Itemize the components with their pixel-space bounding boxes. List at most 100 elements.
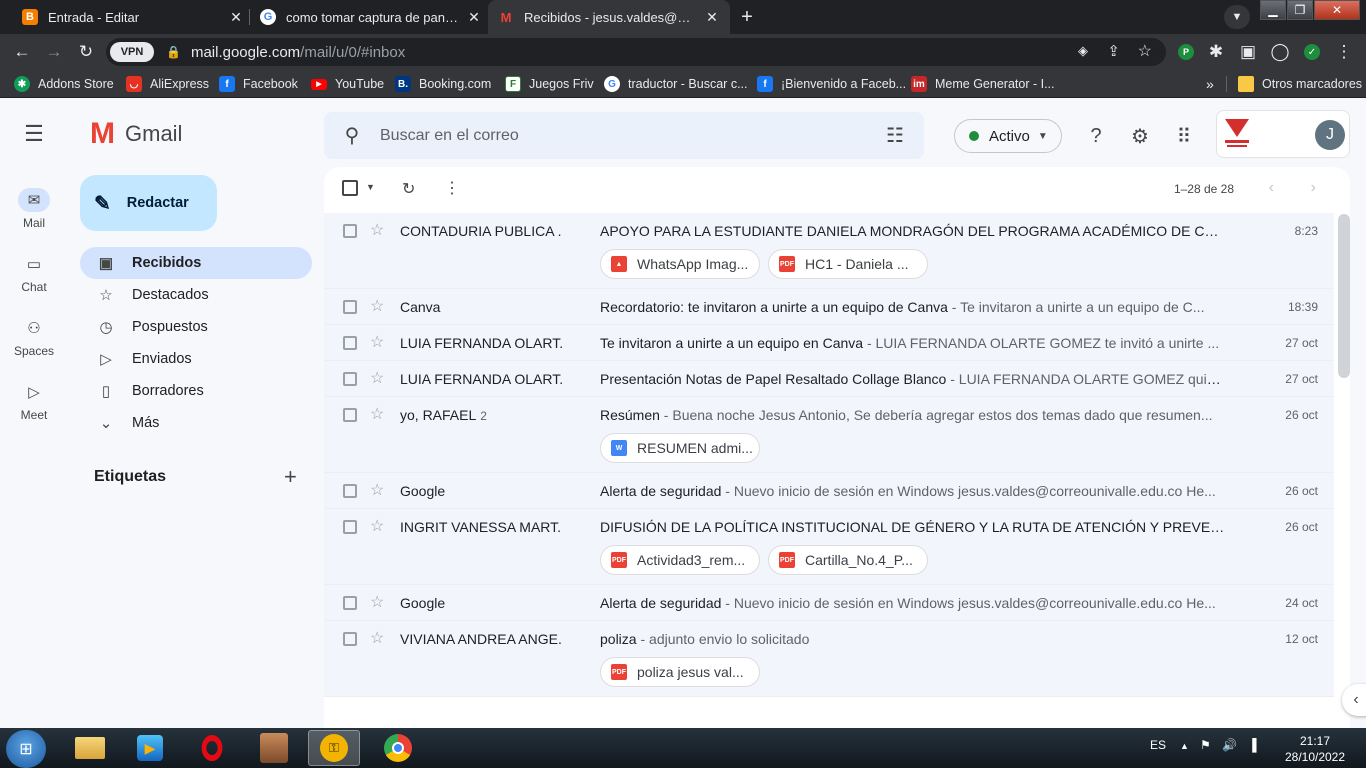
tab-search-chevron-icon[interactable]: ▼ <box>1224 5 1250 29</box>
attachment-chip[interactable]: PDF poliza jesus val... <box>600 657 760 687</box>
star-icon[interactable]: ☆ <box>370 592 384 612</box>
profile-icon[interactable]: ◯ <box>1264 34 1296 70</box>
reload-icon[interactable]: ↻ <box>70 34 102 70</box>
game-character-icon[interactable] <box>248 730 300 766</box>
add-label-icon[interactable]: + <box>284 464 297 490</box>
star-icon[interactable]: ☆ <box>370 296 384 316</box>
apps-grid-icon[interactable]: ⠿ <box>1168 120 1200 152</box>
row-checkbox[interactable] <box>343 484 357 498</box>
attachment-chip[interactable]: ▲ WhatsApp Imag... <box>600 249 760 279</box>
next-page-icon[interactable]: › <box>1311 179 1316 197</box>
avatar[interactable]: J <box>1315 120 1345 150</box>
nav-item-pospuestos[interactable]: ◷ Pospuestos <box>80 311 312 343</box>
menu-kebab-icon[interactable]: ⋮ <box>1328 34 1360 70</box>
settings-gear-icon[interactable]: ⚙ <box>1124 120 1156 152</box>
bookmark-juegos-friv[interactable]: F Juegos Friv <box>505 70 594 98</box>
row-checkbox[interactable] <box>343 408 357 422</box>
bookmark-facebook[interactable]: f Facebook <box>219 70 298 98</box>
nav-item-enviados[interactable]: ▷ Enviados <box>80 343 312 375</box>
previous-page-icon[interactable]: ‹ <box>1269 179 1274 197</box>
select-dropdown-icon[interactable]: ▼ <box>366 182 375 192</box>
list-scrollbar[interactable] <box>1338 214 1350 378</box>
tab-blogger[interactable]: B Entrada - Editar ✕ <box>12 0 254 34</box>
back-icon[interactable]: ← <box>6 34 38 70</box>
attachment-chip[interactable]: W RESUMEN admi... <box>600 433 760 463</box>
network-icon[interactable]: ▐ <box>1248 738 1257 752</box>
bookmark-youtube[interactable]: ▶ YouTube <box>311 70 384 98</box>
status-selector[interactable]: Activo ▼ <box>954 119 1062 153</box>
maximize-button[interactable]: ❐ <box>1287 0 1313 20</box>
rail-spaces[interactable]: ⚇ Spaces <box>12 316 56 358</box>
extensions-puzzle-icon[interactable]: ✱ <box>1200 34 1232 70</box>
star-icon[interactable]: ☆ <box>370 404 384 424</box>
search-input[interactable] <box>380 126 866 145</box>
bookmark-bienvenido-facebook[interactable]: f ¡Bienvenido a Faceb... <box>757 70 906 98</box>
side-panel-icon[interactable]: ▣ <box>1232 34 1264 70</box>
email-row[interactable]: ☆ yo, RAFAEL 2 Resúmen - Buena noche Jesus … <box>324 397 1334 473</box>
vpn-app-icon[interactable]: ⚿ <box>308 730 360 766</box>
extension-p-icon[interactable]: P <box>1170 34 1202 70</box>
row-checkbox[interactable] <box>343 596 357 610</box>
row-checkbox[interactable] <box>343 336 357 350</box>
bookmark-star-icon[interactable]: ☆ <box>1138 41 1152 61</box>
side-panel-toggle-icon[interactable]: ‹ <box>1342 684 1366 716</box>
system-clock[interactable]: 21:17 28/10/2022 <box>1270 733 1360 765</box>
row-checkbox[interactable] <box>343 632 357 646</box>
opera-icon[interactable] <box>186 730 238 766</box>
show-hidden-icons-icon[interactable]: ▲ <box>1180 741 1189 751</box>
email-row[interactable]: ☆ INGRIT VANESSA MART. DIFUSIÓN DE LA POLÍ… <box>324 509 1334 585</box>
forward-icon[interactable]: → <box>38 34 70 70</box>
bookmark-booking[interactable]: B. Booking.com <box>395 70 491 98</box>
file-explorer-icon[interactable] <box>64 730 116 766</box>
search-icon[interactable]: ⚲ <box>324 123 380 148</box>
email-row[interactable]: ☆ Google Alerta de seguridad - Nuevo inici… <box>324 473 1334 509</box>
compose-button[interactable]: ✎ Redactar <box>80 175 217 231</box>
star-icon[interactable]: ☆ <box>370 480 384 500</box>
close-icon[interactable]: ✕ <box>466 9 482 26</box>
gmail-logo[interactable]: M Gmail <box>90 119 182 149</box>
address-bar[interactable]: VPN 🔒 mail.google.com/mail/u/0/#inbox ◈ … <box>106 38 1166 66</box>
email-row[interactable]: ☆ VIVIANA ANDREA ANGE. poliza - adjunto en… <box>324 621 1334 697</box>
close-icon[interactable]: ✕ <box>704 9 720 26</box>
nav-item-borradores[interactable]: ▯ Borradores <box>80 375 312 407</box>
action-center-flag-icon[interactable]: ⚑ <box>1200 738 1211 752</box>
star-icon[interactable]: ☆ <box>370 628 384 648</box>
row-checkbox[interactable] <box>343 224 357 238</box>
rail-meet[interactable]: ▷ Meet <box>12 380 56 422</box>
help-icon[interactable]: ? <box>1080 120 1112 152</box>
lock-icon[interactable]: 🔒 <box>166 45 181 59</box>
email-row[interactable]: ☆ CONTADURIA PUBLICA . APOYO PARA LA ESTUD… <box>324 213 1334 289</box>
tab-gmail[interactable]: M Recibidos - jesus.valdes@correounivall… <box>488 0 730 34</box>
row-checkbox[interactable] <box>343 300 357 314</box>
language-indicator[interactable]: ES <box>1150 738 1166 752</box>
star-icon[interactable]: ☆ <box>370 332 384 352</box>
email-row[interactable]: ☆ Canva Recordatorio: te invitaron a unirt… <box>324 289 1334 325</box>
chrome-icon[interactable] <box>372 730 424 766</box>
nav-item-recibidos[interactable]: ▣ Recibidos <box>80 247 312 279</box>
star-icon[interactable]: ☆ <box>370 220 384 240</box>
row-checkbox[interactable] <box>343 372 357 386</box>
attachment-chip[interactable]: PDF Actividad3_rem... <box>600 545 760 575</box>
row-checkbox[interactable] <box>343 520 357 534</box>
account-area[interactable]: J <box>1216 110 1350 158</box>
bookmark-traductor[interactable]: Gtraductor - Buscar c... <box>604 70 747 98</box>
rail-mail[interactable]: ✉ Mail <box>12 188 56 230</box>
search-filters-icon[interactable]: ☷ <box>866 123 924 148</box>
bookmark-addons-store[interactable]: ✱ Addons Store <box>14 70 114 98</box>
media-player-icon[interactable]: ▶ <box>124 730 176 766</box>
nav-item-destacados[interactable]: ☆ Destacados <box>80 279 312 311</box>
bookmark-aliexpress[interactable]: ◡ AliExpress <box>126 70 209 98</box>
volume-icon[interactable]: 🔊 <box>1222 738 1237 752</box>
vpn-badge[interactable]: VPN <box>110 42 154 62</box>
tab-google-search[interactable]: G como tomar captura de pantalla ✕ <box>250 0 492 34</box>
attachment-chip[interactable]: PDF HC1 - Daniela ... <box>768 249 928 279</box>
email-row[interactable]: ☆ LUIA FERNANDA OLART. Presentación Notas … <box>324 361 1334 397</box>
share-icon[interactable]: ⇪ <box>1107 42 1120 60</box>
new-tab-button[interactable]: + <box>734 5 760 29</box>
more-bookmarks-button[interactable]: » <box>1206 70 1214 98</box>
more-options-icon[interactable]: ⋮ <box>444 178 460 198</box>
select-all-checkbox[interactable] <box>342 180 358 196</box>
start-button[interactable]: ⊞ <box>6 730 46 768</box>
star-icon[interactable]: ☆ <box>370 368 384 388</box>
nav-item-mas[interactable]: ⌄ Más <box>80 407 312 439</box>
